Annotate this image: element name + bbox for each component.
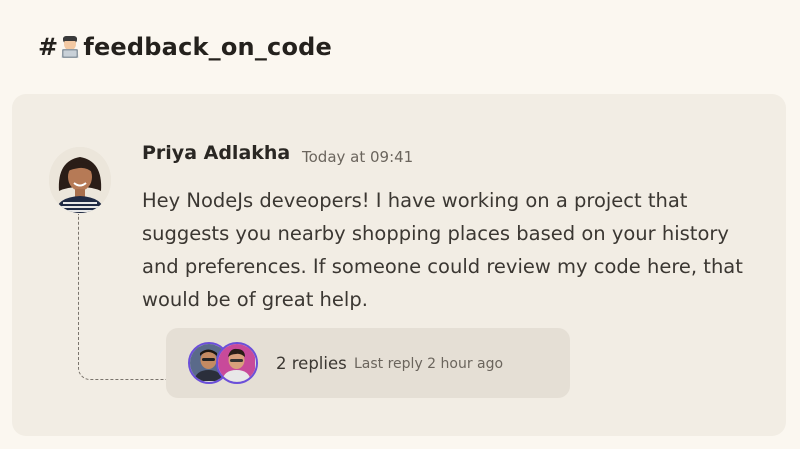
reply-count: 2 replies [276,354,347,373]
message-timestamp: Today at 09:41 [302,148,414,166]
reply-avatar-2 [216,342,258,384]
last-reply-time: Last reply 2 hour ago [354,356,504,372]
channel-hash: # [38,33,59,61]
message-text: Hey NodeJs deveopers! I have working on … [142,189,743,311]
author-avatar[interactable] [49,147,111,213]
thread-replies-button[interactable]: 2 replies Last reply 2 hour ago [166,328,570,398]
channel-name: feedback_on_code [83,33,332,61]
page: # feedback_on_code Priya Adlakha Today a… [0,0,800,449]
author-name[interactable]: Priya Adlakha [142,142,290,164]
technologist-emoji-icon [59,34,81,58]
channel-title: # feedback_on_code [38,33,332,61]
